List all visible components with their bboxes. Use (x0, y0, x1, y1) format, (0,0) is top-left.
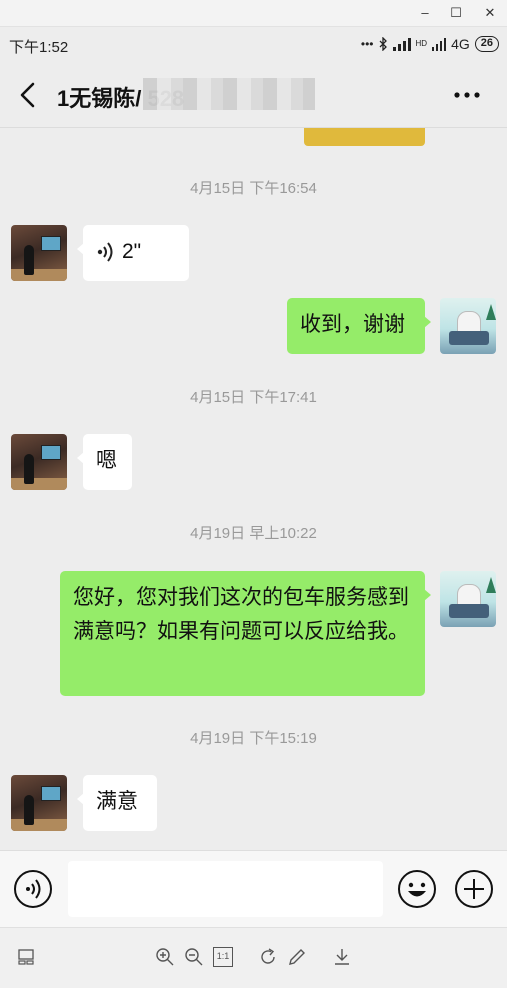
bluetooth-icon (379, 37, 387, 51)
edit-pencil-icon[interactable] (287, 947, 307, 967)
received-message-bubble[interactable]: 嗯 (77, 434, 132, 490)
message-text: 满意 (96, 790, 138, 813)
timestamp: 4月19日 下午15:19 (190, 730, 317, 747)
my-avatar[interactable] (440, 571, 496, 627)
viewer-toolbar: 1:1 (0, 927, 507, 988)
zoom-out-icon[interactable] (184, 947, 204, 967)
status-bar: 下午1:52 ••• HD 4G 26 (0, 27, 507, 62)
sent-message-bubble[interactable]: 收到，谢谢 (287, 298, 431, 354)
maximize-button[interactable]: ☐ (445, 3, 467, 23)
voice-wave-icon (97, 242, 113, 262)
minimize-button[interactable]: – (414, 3, 436, 23)
sent-message-bubble[interactable]: 您好，您对我们这次的包车服务感到满意吗？如果有问题可以反应给我。 (60, 571, 431, 696)
my-avatar[interactable] (440, 298, 496, 354)
actual-size-button[interactable]: 1:1 (213, 947, 233, 967)
received-message-bubble[interactable]: 满意 (77, 775, 157, 831)
contact-avatar[interactable] (11, 225, 67, 281)
signal-icon-2 (432, 37, 447, 51)
add-attachment-icon[interactable] (454, 869, 494, 909)
window-title-bar: – ☐ ✕ (0, 0, 507, 27)
timestamp: 4月15日 下午16:54 (190, 180, 317, 197)
chat-header: 1无锡陈/ 528 (0, 62, 507, 128)
contact-avatar[interactable] (11, 434, 67, 490)
network-type: 4G (451, 36, 470, 52)
message-input[interactable] (68, 861, 383, 917)
emoji-icon[interactable] (397, 869, 437, 909)
message-input-bar (0, 850, 507, 927)
chat-message-list[interactable]: 4月15日 下午16:54 2" 收到，谢谢 4月15日 下午17:41 嗯 4… (0, 128, 507, 850)
zoom-in-icon[interactable] (155, 947, 175, 967)
rotate-icon[interactable] (258, 947, 278, 967)
status-icons: ••• HD 4G 26 (361, 35, 499, 53)
thumbnail-icon[interactable] (16, 947, 36, 967)
previous-message-bubble[interactable] (304, 128, 425, 146)
message-text: 嗯 (96, 449, 117, 472)
voice-message-bubble[interactable]: 2" (77, 225, 189, 281)
signal-icon (392, 37, 411, 51)
timestamp: 4月15日 下午17:41 (190, 389, 317, 406)
hd-badge: HD (415, 39, 428, 48)
more-dots-icon: ••• (360, 37, 374, 51)
privacy-mosaic (143, 78, 315, 110)
back-arrow-icon[interactable] (16, 81, 40, 109)
battery-icon: 26 (474, 36, 499, 52)
close-button[interactable]: ✕ (479, 3, 501, 23)
timestamp: 4月19日 早上10:22 (190, 525, 317, 542)
contact-avatar[interactable] (11, 775, 67, 831)
more-options-icon[interactable] (453, 91, 481, 99)
message-text: 您好，您对我们这次的包车服务感到满意吗？如果有问题可以反应给我。 (73, 586, 409, 643)
voice-input-icon[interactable] (13, 869, 53, 909)
voice-duration: 2" (122, 240, 142, 263)
status-time: 下午1:52 (9, 39, 69, 56)
message-text: 收到，谢谢 (300, 313, 405, 336)
download-icon[interactable] (332, 947, 352, 967)
